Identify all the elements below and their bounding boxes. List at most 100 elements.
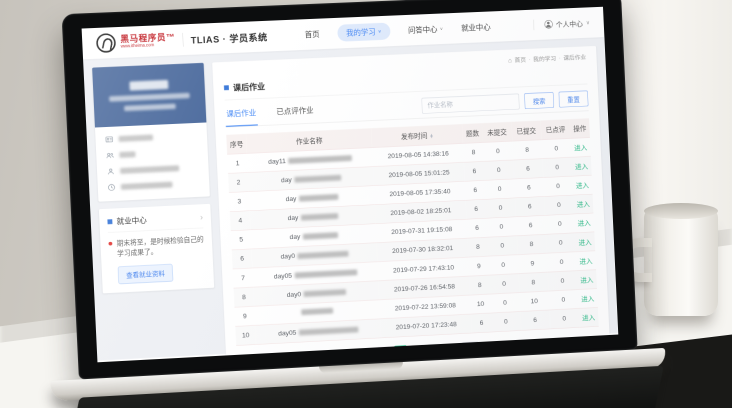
table-cell: 6 <box>515 196 545 216</box>
menu-item-4[interactable]: 就业中心 <box>461 21 491 33</box>
profile-detail-row <box>106 147 199 159</box>
chevron-down-icon: ∨ <box>378 29 382 34</box>
homework-name-prefix: day05 <box>278 329 296 337</box>
table-cell: 6 <box>513 158 543 178</box>
table-cell: 6 <box>465 180 485 200</box>
table-cell: 0 <box>544 195 574 215</box>
brand-logo[interactable]: 黑马程序员™ www.itheima.com <box>96 31 176 54</box>
tab-reviewed-homework[interactable]: 已点评作业 <box>275 97 315 124</box>
table-cell: 0 <box>488 254 518 274</box>
action-cell: 进入 <box>577 269 597 289</box>
red-dot-icon <box>108 242 112 246</box>
table-cell: 10 <box>235 325 256 345</box>
page-number-2[interactable]: 2 <box>411 344 424 357</box>
tab-homework[interactable]: 课后作业 <box>225 100 258 127</box>
user-menu[interactable]: 个人中心 <box>556 18 584 29</box>
home-icon: ⌂ <box>508 56 512 64</box>
total-count: 共 14 条 <box>349 348 374 359</box>
laptop-bezel: 黑马程序员™ www.itheima.com TLIAS · 学员系统 首页我的… <box>62 0 638 379</box>
blurred-homework-name <box>299 326 359 335</box>
enter-link[interactable]: 进入 <box>581 295 594 303</box>
enter-link[interactable]: 进入 <box>582 314 595 322</box>
blurred-profile-value <box>119 134 154 141</box>
table-cell: 8 <box>468 237 488 257</box>
page-number-1[interactable]: 1 <box>394 345 407 358</box>
clock-icon <box>107 183 115 191</box>
table-cell: 6 <box>514 177 544 197</box>
nav-right-divider <box>533 20 534 31</box>
enter-link[interactable]: 进入 <box>574 144 587 152</box>
homework-name-search-input[interactable] <box>421 94 519 114</box>
goto-page-input[interactable] <box>462 341 479 355</box>
enter-link[interactable]: 进入 <box>578 219 591 227</box>
blurred-class-line <box>109 93 190 102</box>
homework-table: 序号作业名称发布时间▲▼题数未提交已提交已点评操作 1day112019-08-… <box>226 118 598 345</box>
table-cell: 0 <box>484 160 514 180</box>
enter-link[interactable]: 进入 <box>575 163 588 171</box>
breadcrumb-separator: · <box>559 55 561 61</box>
table-cell: 0 <box>485 179 515 199</box>
table-cell: 0 <box>486 217 516 237</box>
blurred-homework-name <box>298 250 349 258</box>
table-cell: 0 <box>483 141 513 161</box>
enter-link[interactable]: 进入 <box>580 276 593 284</box>
homework-name-prefix: day05 <box>274 272 292 280</box>
blurred-profile-value <box>120 165 179 174</box>
table-cell: 6 <box>466 199 486 219</box>
action-cell: 进入 <box>574 213 594 233</box>
menu-item-1[interactable]: 首页 <box>305 29 320 40</box>
profile-detail-row <box>107 179 200 191</box>
table-cell: 0 <box>546 233 576 253</box>
column-header: 序号 <box>226 134 247 154</box>
coffee-mug <box>644 208 718 316</box>
reset-button[interactable]: 重置 <box>559 90 589 107</box>
action-cell: 进入 <box>572 175 592 195</box>
table-cell: 0 <box>541 138 571 158</box>
blurred-homework-name <box>299 194 338 202</box>
profile-detail-row <box>105 131 198 143</box>
profile-header <box>92 63 206 128</box>
photo-stage: 黑马程序员™ www.itheima.com TLIAS · 学员系统 首页我的… <box>0 0 732 408</box>
homework-panel: ⌂首页·我的学习·课后作业 课后作业 课后作业 已点评作业 搜索 <box>212 46 610 362</box>
action-cell: 进入 <box>573 194 593 214</box>
table-cell: 6 <box>232 249 253 269</box>
blurred-homework-name <box>295 269 358 278</box>
table-cell: 6 <box>464 161 484 181</box>
blurred-homework-name <box>304 289 347 297</box>
table-cell: 0 <box>549 308 579 328</box>
breadcrumb-item[interactable]: 我的学习 <box>533 54 556 63</box>
nav-right: 个人中心 ∨ <box>533 17 590 30</box>
blurred-profile-value <box>119 151 135 158</box>
webapp-ui: 黑马程序员™ www.itheima.com TLIAS · 学员系统 首页我的… <box>82 7 618 361</box>
sort-icon[interactable]: ▲▼ <box>429 134 433 139</box>
id-card-icon <box>105 135 113 143</box>
next-page-button[interactable]: › <box>428 343 441 356</box>
menu-item-label: 就业中心 <box>461 21 491 33</box>
column-header: 题数 <box>462 123 482 143</box>
nav-divider <box>182 33 183 47</box>
laptop: 黑马程序员™ www.itheima.com TLIAS · 学员系统 首页我的… <box>62 0 661 408</box>
column-header: 已点评 <box>540 119 570 139</box>
table-cell: 7 <box>233 268 254 288</box>
job-center-header[interactable]: 就业中心 › <box>107 212 203 233</box>
enter-link[interactable]: 进入 <box>576 182 589 190</box>
menu-item-2[interactable]: 我的学习∨ <box>337 23 390 42</box>
prev-page-button[interactable]: ‹ <box>377 346 390 359</box>
menu-item-3[interactable]: 问答中心∨ <box>408 23 444 35</box>
enter-link[interactable]: 进入 <box>577 201 590 209</box>
table-cell: 9 <box>469 256 489 276</box>
search-button[interactable]: 搜索 <box>524 92 554 109</box>
homework-name-prefix: day <box>289 233 300 241</box>
menu-item-label: 问答中心 <box>408 24 438 36</box>
blurred-homework-name <box>303 232 338 240</box>
table-cell: 0 <box>542 157 572 177</box>
view-job-materials-button[interactable]: 查看就业资料 <box>118 264 174 284</box>
breadcrumb-item[interactable]: 课后作业 <box>563 53 586 62</box>
enter-link[interactable]: 进入 <box>579 257 592 265</box>
menu-item-label: 我的学习 <box>346 26 376 38</box>
homework-name-prefix: day0 <box>287 290 302 298</box>
table-cell: 0 <box>490 292 520 312</box>
blurred-homework-name <box>301 308 333 315</box>
breadcrumb-item[interactable]: 首页 <box>514 55 526 64</box>
enter-link[interactable]: 进入 <box>578 238 591 246</box>
